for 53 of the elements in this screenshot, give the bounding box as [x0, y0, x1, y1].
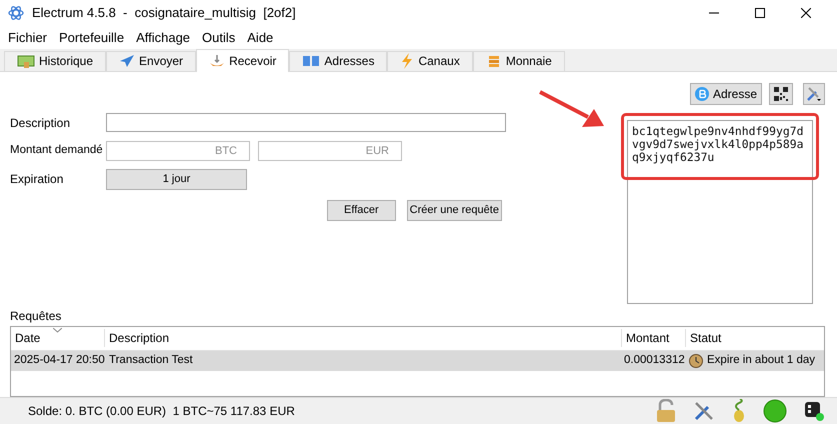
column-header[interactable]: Montant: [622, 329, 686, 348]
tools-icon[interactable]: [693, 400, 715, 422]
section-label: Requêtes: [10, 308, 62, 324]
column-header[interactable]: Date: [11, 329, 105, 348]
column-header[interactable]: Statut: [686, 329, 824, 348]
clock-icon: [689, 354, 703, 368]
sort-caret-icon: [53, 328, 62, 333]
atom-logo-icon: [8, 5, 24, 21]
field-label: Montant demandé: [10, 142, 104, 158]
address-text: bc1qtegwlpe9nv4nhdf99yg7dvgv9d7swejvxlk4l0pp4p589aq9xjyqf6237u: [632, 124, 804, 164]
address-button[interactable]: Adresse: [690, 82, 762, 105]
btc-amount-field[interactable]: BTC: [106, 140, 250, 161]
menu-item[interactable]: Outils: [196, 28, 242, 48]
window-title: Electrum 4.5.8 - cosignataire_multisig [2of2]: [32, 4, 296, 22]
tools-button[interactable]: [803, 82, 825, 105]
grid-icon: [302, 54, 320, 68]
table-cell-text: Transaction Test: [108, 352, 194, 368]
seed-icon[interactable]: [731, 398, 747, 423]
menu-item[interactable]: Affichage: [130, 28, 196, 48]
paper-plane-icon: [119, 54, 136, 68]
lightning-icon: [400, 53, 414, 70]
tab[interactable]: Canaux: [387, 50, 473, 71]
tab[interactable]: Adresses: [289, 50, 388, 71]
request-row[interactable]: 2025-04-17 20:50 Transaction Test 0.00013312 Expire in about 1 day: [11, 350, 824, 371]
tools-icon: [806, 86, 822, 102]
field-label: Expiration: [10, 171, 64, 188]
tab[interactable]: Envoyer: [106, 50, 196, 71]
table-cell-text: Expire in about 1 day: [706, 352, 816, 368]
description-field[interactable]: [106, 113, 506, 132]
qr-code-icon: [774, 86, 788, 101]
qr-code-button[interactable]: [769, 82, 793, 105]
eur-amount-field[interactable]: EUR: [258, 140, 402, 161]
balance-text: Solde: 0. BTC (0.00 EUR) 1 BTC~75 117.83 EUR: [28, 402, 295, 420]
tab[interactable]: Recevoir: [196, 48, 290, 72]
menu-item[interactable]: Aide: [241, 28, 280, 48]
menu-item[interactable]: Portefeuille: [53, 28, 130, 48]
annotation-arrow: [538, 88, 606, 129]
menu-item[interactable]: Fichier: [2, 28, 54, 48]
expiration-dropdown[interactable]: 1 jour: [106, 168, 247, 190]
create-request-button[interactable]: Créer une requête: [406, 200, 502, 221]
tab[interactable]: Historique: [4, 50, 106, 71]
tray-icon: [209, 54, 226, 68]
table-cell-text: 2025-04-17 20:50: [13, 352, 105, 368]
ledger-icon: [17, 54, 35, 68]
lightning-node-icon[interactable]: [803, 400, 825, 422]
padlock-icon[interactable]: [655, 398, 677, 423]
network-status-icon[interactable]: [763, 398, 787, 423]
clear-button[interactable]: Effacer: [327, 200, 396, 221]
table-cell-text: 0.00013312: [623, 352, 686, 368]
field-label: Description: [10, 114, 72, 132]
bitcoin-icon: [694, 86, 709, 101]
column-header[interactable]: Description: [105, 329, 622, 348]
tab[interactable]: Monnaie: [472, 50, 565, 71]
